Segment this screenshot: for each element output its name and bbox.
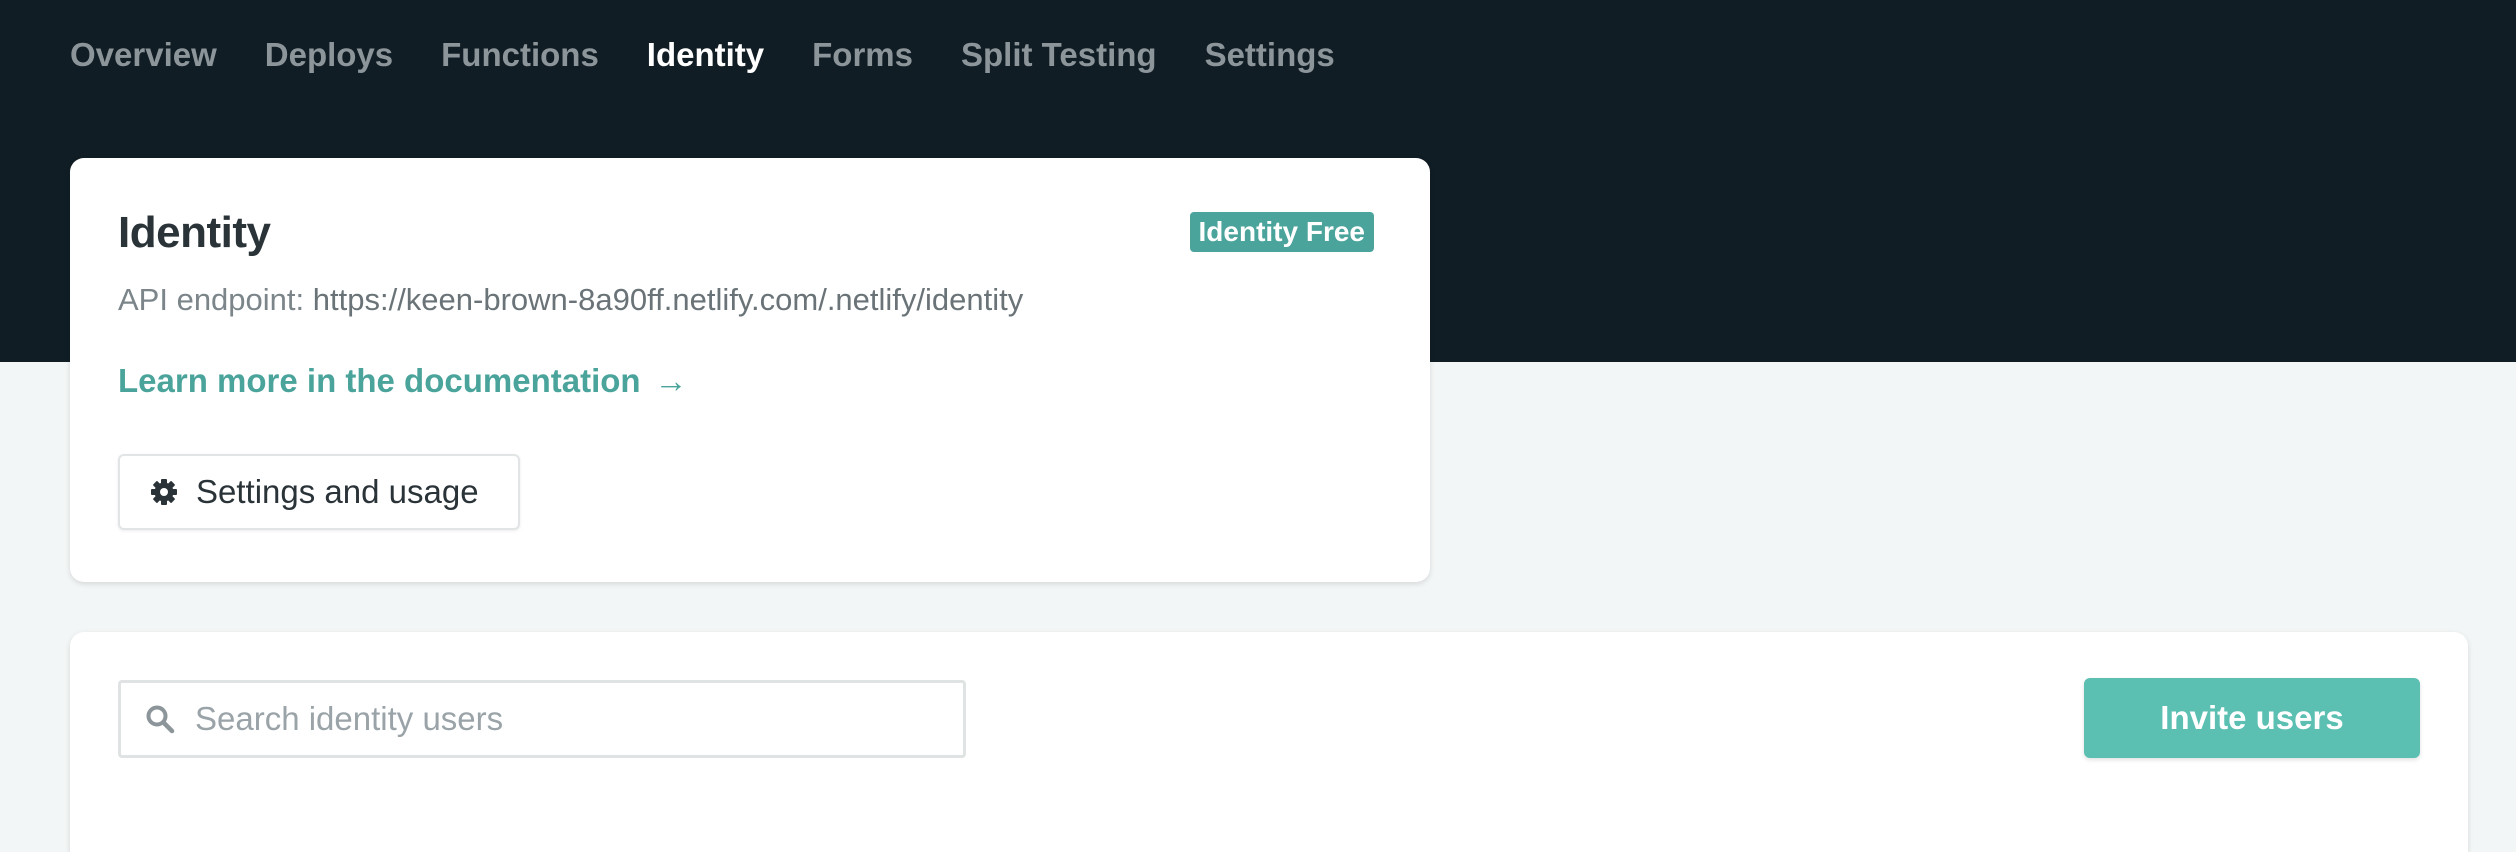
plan-badge: Identity Free xyxy=(1189,212,1374,252)
nav-overview[interactable]: Overview xyxy=(70,36,217,74)
nav-forms[interactable]: Forms xyxy=(812,36,913,74)
gear-icon xyxy=(150,478,178,506)
search-identity-users-input[interactable] xyxy=(195,700,935,738)
site-nav: Overview Deploys Functions Identity Form… xyxy=(70,30,1335,80)
nav-identity[interactable]: Identity xyxy=(647,36,764,74)
search-icon xyxy=(145,704,175,734)
search-field[interactable] xyxy=(118,680,966,758)
nav-settings[interactable]: Settings xyxy=(1205,36,1335,74)
api-endpoint-label: API endpoint: xyxy=(118,282,305,317)
nav-functions[interactable]: Functions xyxy=(441,36,599,74)
arrow-right-icon: → xyxy=(654,362,688,399)
identity-users-card: Invite users xyxy=(70,632,2468,852)
api-endpoint: API endpoint: https://keen-brown-8a90ff.… xyxy=(118,282,1023,318)
nav-split-testing[interactable]: Split Testing xyxy=(961,36,1157,74)
invite-users-button[interactable]: Invite users xyxy=(2084,678,2420,758)
settings-and-usage-button[interactable]: Settings and usage xyxy=(118,454,520,530)
nav-deploys[interactable]: Deploys xyxy=(265,36,393,74)
documentation-link[interactable]: Learn more in the documentation → xyxy=(118,362,688,400)
identity-card: Identity Identity Free API endpoint: htt… xyxy=(70,158,1430,582)
api-endpoint-url: https://keen-brown-8a90ff.netlify.com/.n… xyxy=(312,282,1024,317)
settings-and-usage-label: Settings and usage xyxy=(196,473,479,510)
documentation-link-label: Learn more in the documentation xyxy=(118,362,641,399)
identity-title: Identity xyxy=(118,208,271,257)
